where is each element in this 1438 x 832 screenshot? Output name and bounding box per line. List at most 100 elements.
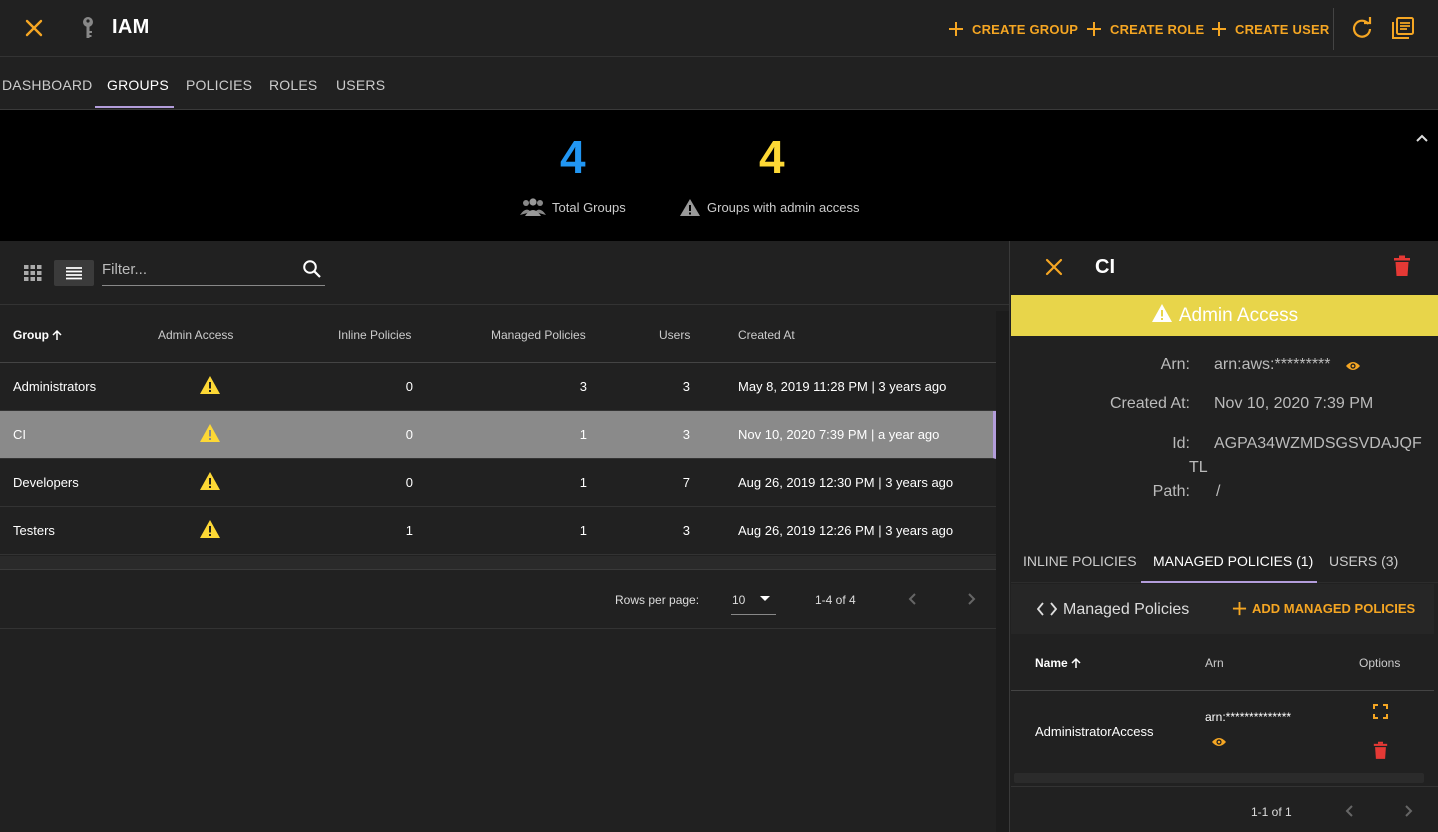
horizontal-scrollbar[interactable] (0, 556, 996, 570)
arn-value: arn:aws:********* (1214, 356, 1331, 373)
tab-inline-policies[interactable]: INLINE POLICIES (1023, 553, 1137, 569)
detail-title: CI (1095, 256, 1115, 278)
search-icon[interactable] (302, 259, 322, 279)
chevron-left-icon[interactable] (1342, 803, 1358, 819)
arrow-up-icon (1071, 657, 1081, 668)
create-group-button[interactable]: CREATE GROUP (948, 18, 1078, 40)
created-cell: Aug 26, 2019 12:26 PM | 3 years ago (738, 523, 954, 538)
rows-per-page-select[interactable]: 10 (731, 585, 776, 615)
table-row[interactable]: Testers 1 1 3 Aug 26, 2019 12:26 PM | 3 … (0, 507, 996, 555)
warning-icon (200, 376, 220, 394)
refresh-icon[interactable] (1350, 16, 1374, 40)
users-column-header[interactable]: Users (659, 328, 690, 342)
docs-icon[interactable] (1391, 16, 1415, 40)
trash-icon[interactable] (1373, 741, 1388, 760)
inline-cell: 0 (405, 427, 413, 442)
tab-groups[interactable]: GROUPS (107, 77, 169, 93)
add-managed-policies-button[interactable]: ADD MANAGED POLICIES (1232, 601, 1415, 616)
admin-column-header[interactable]: Admin Access (158, 328, 233, 342)
managed-policies-label: Managed Policies (1063, 601, 1190, 618)
arn-column-header[interactable]: Arn (1205, 656, 1224, 670)
create-user-button[interactable]: CREATE USER (1211, 18, 1329, 40)
created-column-header[interactable]: Created At (738, 328, 795, 342)
warning-icon (1151, 303, 1172, 322)
grid-view-icon[interactable] (24, 265, 42, 281)
total-groups-count: 4 (560, 131, 586, 183)
group-column-header[interactable]: Group (13, 328, 63, 342)
group-detail-panel: CI Admin Access Arn: arn:aws:********* C… (1011, 241, 1438, 832)
chevron-up-icon[interactable] (1414, 130, 1430, 146)
table-row[interactable]: AdministratorAccess arn:************** (1011, 692, 1434, 772)
admin-groups-text: Groups with admin access (707, 200, 860, 215)
managed-cell: 3 (579, 379, 587, 394)
created-at-value: Nov 10, 2020 7:39 PM (1214, 395, 1374, 412)
rows-per-page-value: 10 (732, 593, 746, 607)
table-row[interactable]: Administrators 0 3 3 May 8, 2019 11:28 P… (0, 363, 996, 411)
pagination: Rows per page: 10 1-4 of 4 (0, 571, 996, 629)
plus-icon (949, 22, 963, 36)
admin-groups-label: Groups with admin access (679, 198, 859, 217)
inline-column-header[interactable]: Inline Policies (338, 328, 411, 342)
plus-icon (1212, 22, 1226, 36)
list-toolbar (0, 241, 1009, 305)
table-row-selected[interactable]: CI 0 1 3 Nov 10, 2020 7:39 PM | a year a… (0, 411, 996, 459)
create-role-button[interactable]: CREATE ROLE (1086, 18, 1204, 40)
plus-icon (1087, 22, 1101, 36)
managed-column-header[interactable]: Managed Policies (491, 328, 586, 342)
id-value: AGPA34WZMDSGSVDAJQF (1214, 435, 1422, 452)
group-name-cell: Administrators (13, 379, 97, 394)
stats-panel: 4 Total Groups 4 Groups with admin acces… (0, 110, 1438, 241)
chevron-left-icon[interactable] (905, 591, 921, 607)
policy-name-cell: AdministratorAccess (1035, 724, 1154, 739)
main-tabs: DASHBOARD GROUPS POLICIES ROLES USERS (0, 58, 1438, 110)
horizontal-scrollbar[interactable] (1014, 773, 1424, 783)
admin-access-label: Admin Access (1178, 304, 1299, 326)
managed-policies-header: Name Arn Options (1011, 634, 1434, 691)
tab-roles[interactable]: ROLES (269, 77, 317, 93)
inline-cell: 0 (405, 475, 413, 490)
groups-table: Group Admin Access Inline Policies Manag… (0, 311, 996, 555)
users-cell: 7 (682, 475, 690, 490)
close-icon[interactable] (1043, 256, 1065, 278)
tab-managed-policies[interactable]: MANAGED POLICIES (1) (1153, 553, 1313, 569)
admin-access-banner: Admin Access (1011, 295, 1438, 336)
total-groups-label: Total Groups (520, 198, 626, 216)
managed-cell: 1 (579, 427, 587, 442)
appbar-divider (1333, 8, 1334, 50)
list-view-icon (66, 267, 82, 280)
eye-icon[interactable] (1211, 735, 1227, 749)
chevron-right-icon[interactable] (1400, 803, 1416, 819)
name-column-header[interactable]: Name (1035, 656, 1082, 670)
table-row[interactable]: Developers 0 1 7 Aug 26, 2019 12:30 PM |… (0, 459, 996, 507)
managed-pagination: 1-1 of 1 (1011, 786, 1438, 832)
list-view-button[interactable] (54, 260, 94, 286)
filter-input[interactable] (102, 259, 292, 279)
managed-cell: 1 (579, 475, 587, 490)
inline-cell: 0 (405, 379, 413, 394)
group-name-cell: Developers (13, 475, 79, 490)
vertical-scrollbar[interactable] (996, 311, 1009, 832)
trash-icon[interactable] (1393, 255, 1411, 277)
created-at-label: Created At: (1109, 395, 1190, 412)
groups-list-panel: Group Admin Access Inline Policies Manag… (0, 241, 1010, 832)
id-value-wrap: TL (1189, 459, 1208, 476)
path-label: Path: (1152, 483, 1190, 500)
pagination-range: 1-4 of 4 (815, 593, 856, 607)
create-role-label: CREATE ROLE (1110, 21, 1205, 37)
options-column-header: Options (1359, 656, 1401, 670)
tab-users[interactable]: USERS (336, 77, 385, 93)
users-group-icon (520, 198, 546, 216)
fullscreen-icon[interactable] (1373, 704, 1388, 719)
eye-icon[interactable] (1345, 359, 1361, 373)
chevron-right-icon[interactable] (963, 591, 979, 607)
group-header-label: Group (13, 328, 49, 342)
users-cell: 3 (682, 523, 690, 538)
tab-policies[interactable]: POLICIES (186, 77, 252, 93)
tab-dashboard[interactable]: DASHBOARD (2, 77, 92, 93)
managed-cell: 1 (579, 523, 587, 538)
close-icon[interactable] (22, 16, 46, 40)
create-group-label: CREATE GROUP (972, 21, 1079, 37)
arn-label: Arn: (1160, 356, 1190, 373)
tab-detail-users[interactable]: USERS (3) (1329, 553, 1398, 569)
group-name-cell: Testers (13, 523, 55, 538)
